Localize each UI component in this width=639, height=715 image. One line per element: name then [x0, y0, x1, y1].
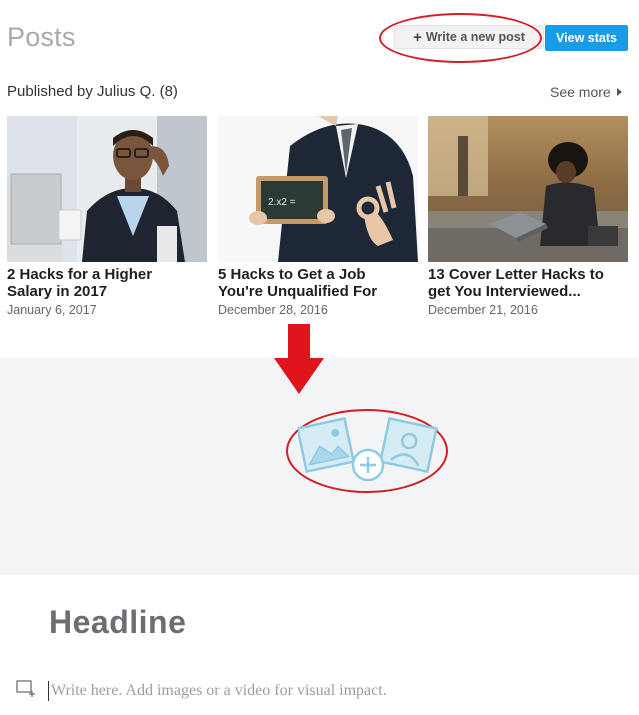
published-by-label: Published by Julius Q. (8) — [7, 83, 178, 100]
post-title[interactable]: 2 Hacks for a Higher Salary in 2017 — [7, 266, 207, 300]
body-editor[interactable]: Write here. Add images or a video for vi… — [48, 681, 387, 701]
post-date: December 28, 2016 — [218, 303, 328, 317]
view-stats-button[interactable]: View stats — [545, 25, 628, 51]
posts-section: Posts + Write a new post View stats Publ… — [0, 0, 639, 358]
post-card[interactable]: 2.x2 = 5 Hacks to Get a Job You're Unqua… — [218, 116, 418, 317]
add-media-icon[interactable] — [298, 413, 438, 487]
write-new-post-label: Write a new post — [425, 30, 525, 44]
caret-right-icon — [616, 88, 622, 96]
plus-icon: + — [413, 28, 422, 46]
post-card[interactable]: 2 Hacks for a Higher Salary in 2017 Janu… — [7, 116, 207, 317]
page-title: Posts — [7, 22, 76, 52]
post-card[interactable]: 13 Cover Letter Hacks to get You Intervi… — [428, 116, 628, 317]
see-more-link[interactable]: See more — [550, 84, 622, 100]
post-thumbnail-woman-laptop[interactable] — [428, 116, 628, 262]
post-date: December 21, 2016 — [428, 303, 538, 317]
post-thumbnail-man-glasses[interactable] — [7, 116, 207, 262]
post-thumbnail-chalkboard[interactable]: 2.x2 = — [218, 116, 418, 262]
write-new-post-button[interactable]: + Write a new post — [394, 25, 544, 49]
post-title[interactable]: 5 Hacks to Get a Job You're Unqualified … — [218, 266, 418, 300]
chalkboard-text: 2.x2 = — [268, 197, 296, 208]
see-more-label: See more — [550, 84, 611, 100]
add-media-plus-icon[interactable] — [16, 680, 36, 698]
post-title[interactable]: 13 Cover Letter Hacks to get You Intervi… — [428, 266, 628, 300]
post-date: January 6, 2017 — [7, 303, 97, 317]
down-arrow-icon — [274, 324, 324, 394]
headline-input[interactable]: Headline — [49, 604, 186, 641]
